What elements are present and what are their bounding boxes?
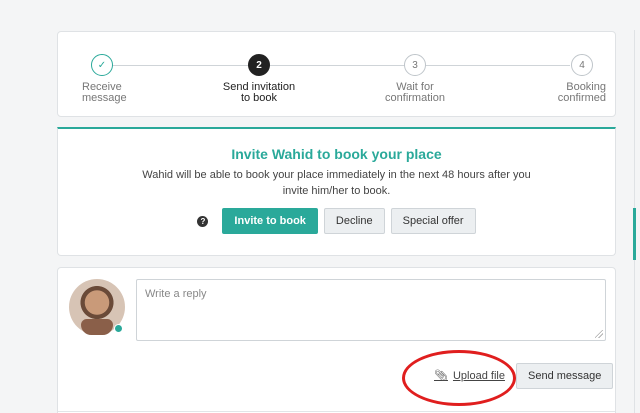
booking-progress-card: ✓ Receive message 2 Send invitation to b…	[57, 31, 616, 117]
upload-file-label: Upload file	[452, 369, 505, 382]
step-booking-confirmed: 4 Booking confirmed	[526, 54, 616, 104]
step-label-line2: confirmed	[557, 92, 606, 104]
reply-textarea[interactable]: Write a reply	[136, 279, 606, 341]
paperclip-icon: 📎︎	[434, 370, 448, 382]
invite-to-book-button[interactable]: Invite to book	[222, 208, 318, 234]
step-label-line2: to book	[240, 92, 278, 104]
progress-line	[104, 65, 570, 66]
resize-handle-icon[interactable]	[595, 330, 603, 338]
check-icon: ✓	[91, 54, 113, 76]
online-status-icon	[114, 324, 123, 333]
invite-description: Wahid will be able to book your place im…	[142, 169, 531, 197]
step-send-invitation: 2 Send invitation to book	[214, 54, 304, 104]
side-panel-edge	[630, 30, 640, 413]
step-number: 2	[248, 54, 270, 76]
reply-placeholder: Write a reply	[145, 288, 207, 300]
invite-to-book-card: Invite Wahid to book your place Wahid wi…	[57, 127, 616, 256]
special-offer-button[interactable]: Special offer	[390, 208, 476, 234]
step-label-line2: confirmation	[385, 92, 445, 104]
avatar-shirt	[81, 319, 113, 335]
step-receive-message: ✓ Receive message	[58, 54, 148, 104]
step-wait-confirmation: 3 Wait for confirmation	[370, 54, 460, 104]
avatar	[69, 279, 125, 335]
step-number: 4	[571, 54, 593, 76]
reply-card: Write a reply 📎︎ Upload file Send messag…	[57, 267, 616, 413]
invite-title: Invite Wahid to book your place	[231, 146, 442, 162]
side-panel-accent	[633, 208, 636, 260]
step-number: 3	[404, 54, 426, 76]
upload-file-link[interactable]: 📎︎ Upload file	[434, 369, 505, 383]
help-icon[interactable]: ?	[197, 215, 209, 227]
send-message-button[interactable]: Send message	[516, 363, 614, 389]
step-label-line2: message	[82, 92, 127, 104]
decline-button[interactable]: Decline	[323, 208, 385, 234]
divider	[58, 411, 615, 412]
invite-actions: ? Invite to book Decline Special offer	[58, 208, 615, 234]
